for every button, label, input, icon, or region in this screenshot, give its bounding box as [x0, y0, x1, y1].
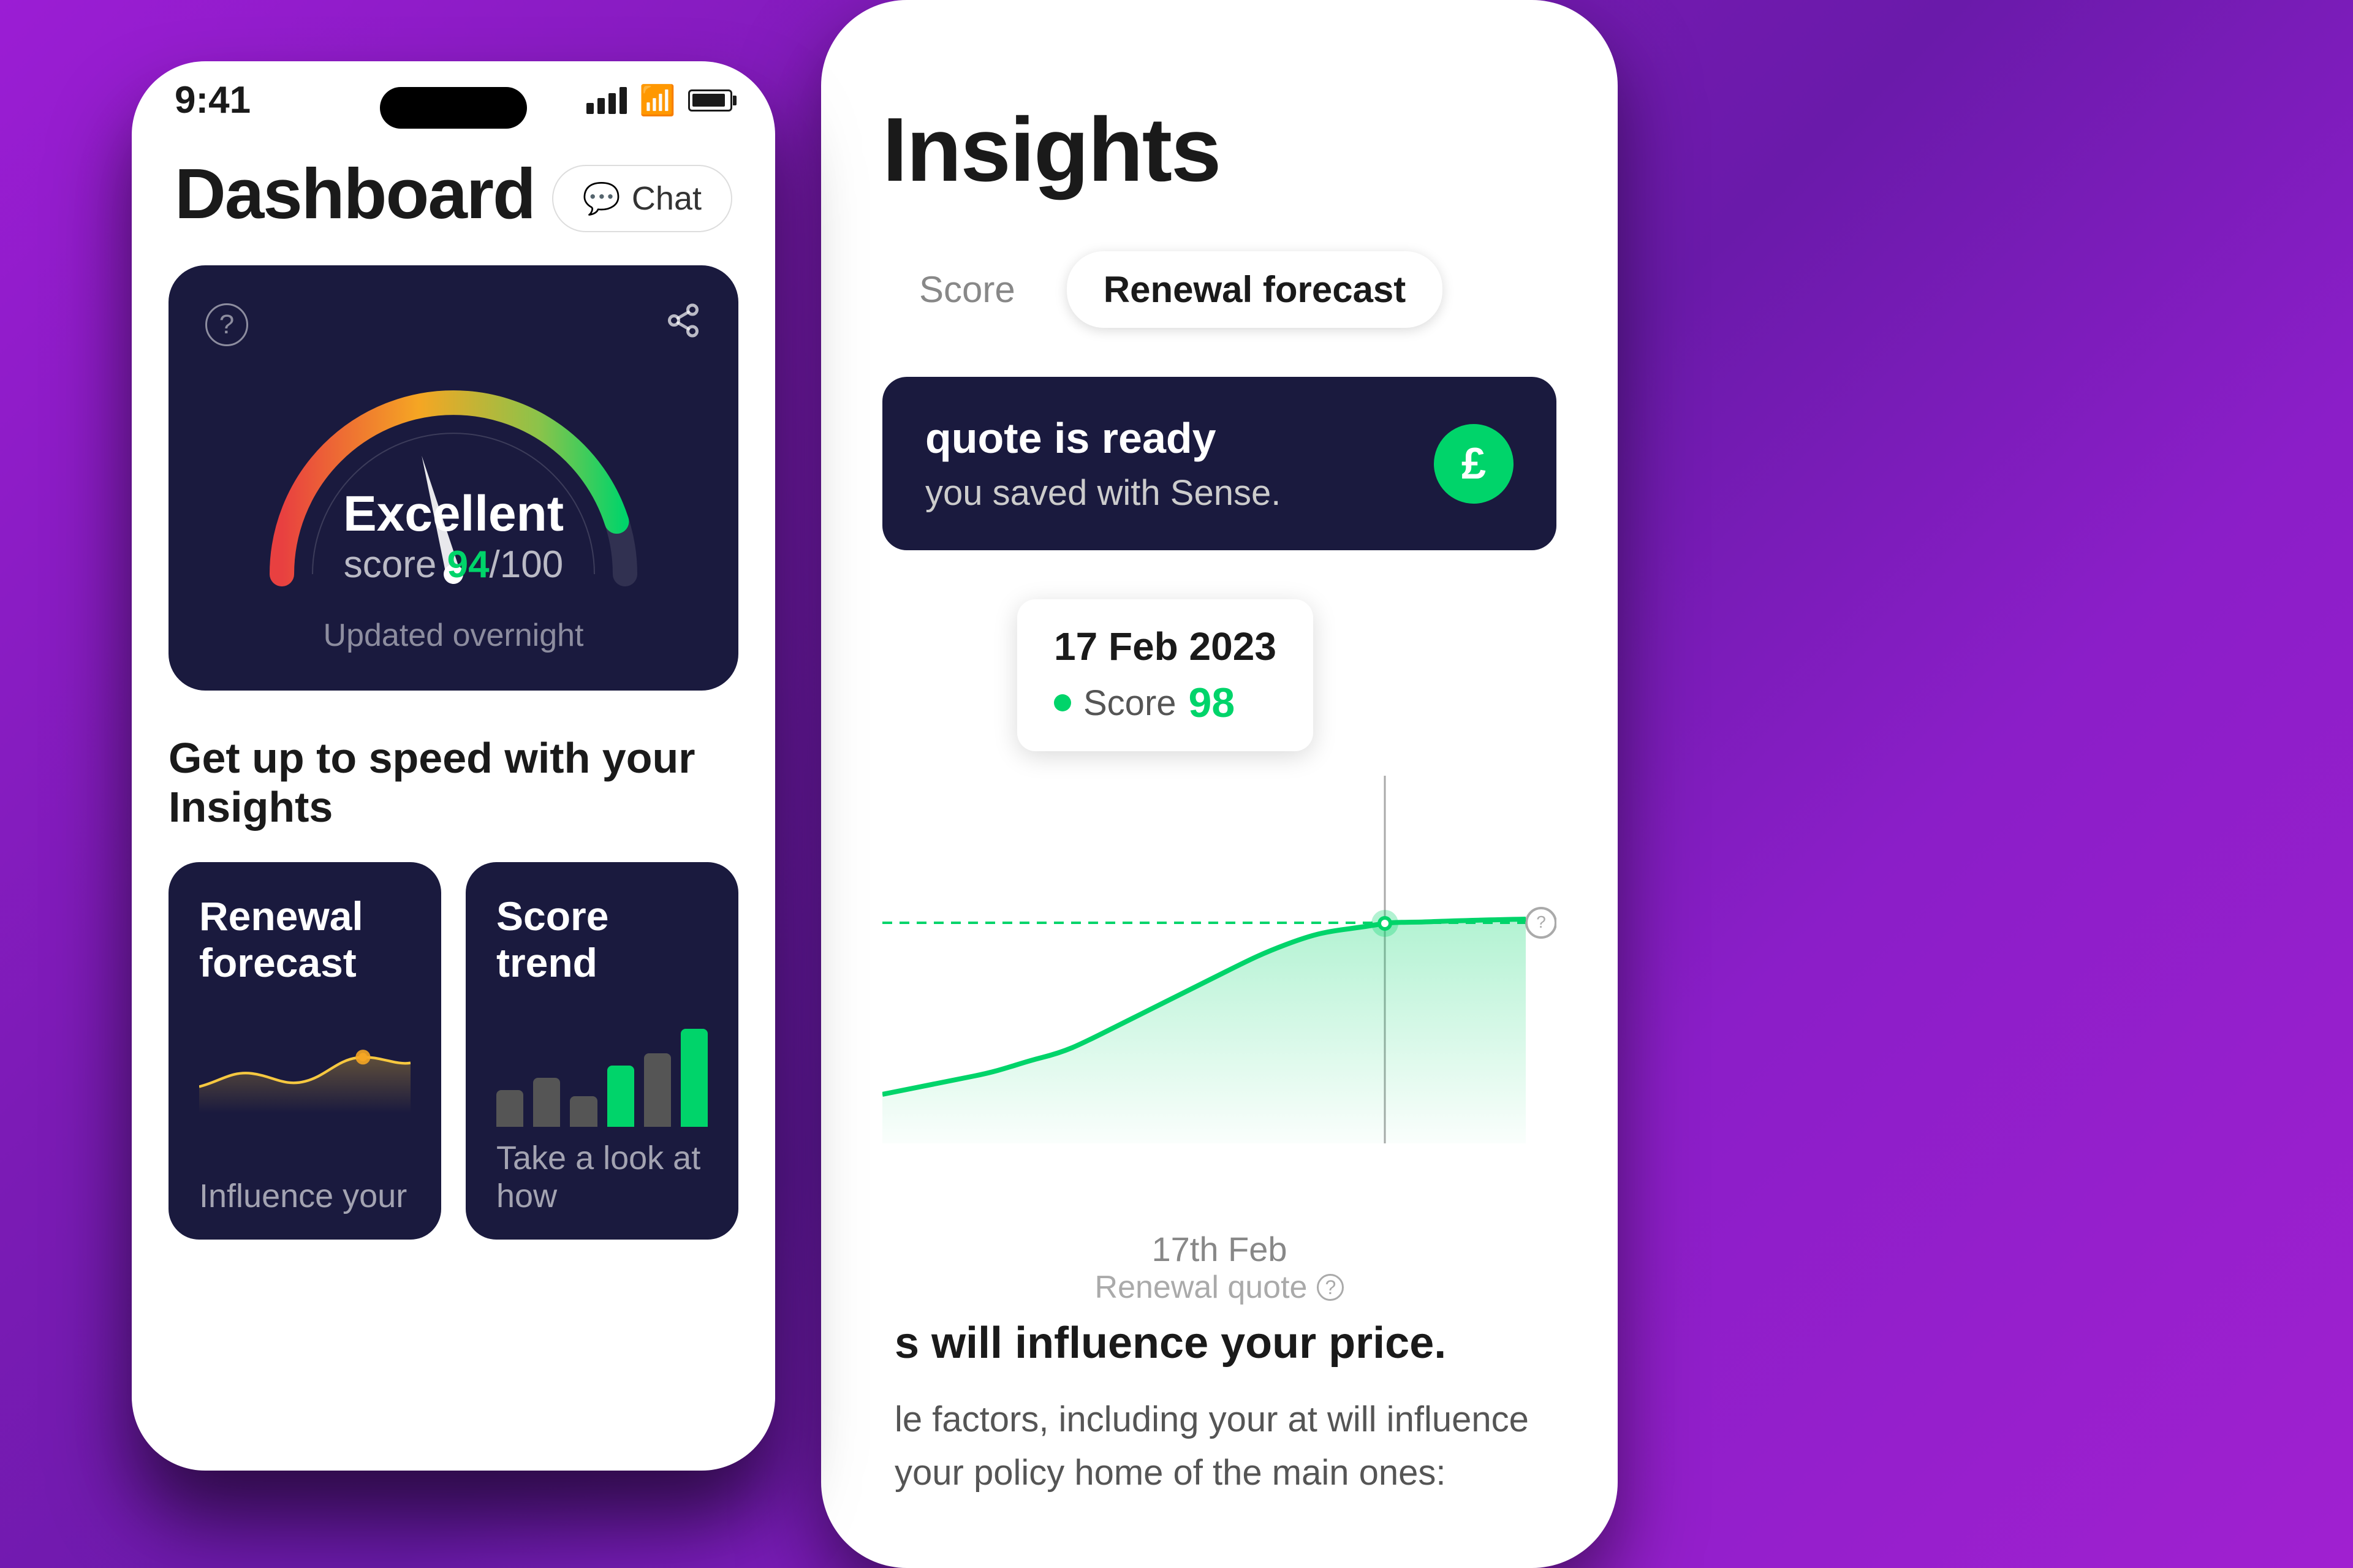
chat-button[interactable]: 💬 Chat: [552, 165, 732, 232]
battery-icon: [688, 89, 732, 112]
tooltip-date: 17 Feb 2023: [1054, 624, 1276, 669]
dynamic-island: [380, 87, 527, 129]
front-phone: 9:41 📶 Dashboard 💬 Chat ?: [132, 61, 775, 1471]
back-phone-tabs: Score Renewal forecast: [882, 251, 1556, 328]
influence-title: s will influence your price.: [895, 1318, 1544, 1368]
chat-label: Chat: [632, 180, 702, 218]
score-trend-card-title: Score trend: [496, 893, 708, 986]
renewal-card-title: Renewal forecast: [199, 893, 411, 986]
score-chart: ?: [882, 776, 1556, 1192]
score-trend-card[interactable]: Score trend Take a look at how: [466, 862, 738, 1240]
wifi-icon: 📶: [639, 83, 676, 118]
insights-heading: Get up to speed with your Insights: [169, 733, 738, 831]
renewal-forecast-card[interactable]: Renewal forecast: [169, 862, 441, 1240]
insights-section: Get up to speed with your Insights Renew…: [132, 691, 775, 1240]
svg-text:?: ?: [1536, 912, 1546, 931]
banner-line1: quote is ready: [925, 414, 1281, 463]
signal-icon: [586, 87, 627, 114]
score-trend-subtitle: Take a look at how: [496, 1139, 708, 1215]
chart-x-sublabel-text: Renewal quote: [1095, 1269, 1308, 1306]
banner-line2: you saved with Sense.: [925, 472, 1281, 513]
help-icon-score[interactable]: ?: [205, 303, 248, 346]
chart-x-axis: 17th Feb Renewal quote ?: [882, 1229, 1556, 1306]
influence-body: le factors, including your at will influ…: [895, 1393, 1544, 1499]
gauge-container: Excellent score 94/100: [205, 366, 702, 599]
renewal-banner: quote is ready you saved with Sense. £: [882, 377, 1556, 550]
front-header: Dashboard 💬 Chat: [132, 122, 775, 235]
tab-score[interactable]: Score: [882, 251, 1052, 328]
gauge-updated: Updated overnight: [205, 617, 702, 654]
gauge-score: score 94/100: [344, 543, 564, 586]
tooltip-score-value: 98: [1189, 679, 1235, 727]
dashboard-title: Dashboard: [175, 153, 535, 235]
back-phone-title: Insights: [882, 98, 1556, 202]
influence-section: s will influence your price. le factors,…: [882, 1318, 1556, 1499]
renewal-card-subtitle: Influence your: [199, 1177, 411, 1215]
status-time: 9:41: [175, 78, 251, 122]
score-tooltip: 17 Feb 2023 Score 98: [1017, 599, 1313, 751]
tab-renewal-forecast[interactable]: Renewal forecast: [1067, 251, 1443, 328]
tooltip-dot: [1054, 694, 1071, 711]
tooltip-score-label: Score: [1083, 683, 1176, 724]
help-icon-chart[interactable]: ?: [1317, 1274, 1344, 1301]
gauge-rating: Excellent: [343, 485, 564, 543]
share-icon[interactable]: [665, 302, 702, 347]
back-phone: Insights Score Renewal forecast quote is…: [821, 0, 1618, 1568]
score-trend-bars: [496, 1017, 708, 1127]
chat-icon: 💬: [583, 181, 621, 217]
gbp-badge: £: [1434, 424, 1514, 504]
gauge-score-number: 94: [447, 543, 490, 586]
gauge-text: Excellent score 94/100: [343, 485, 564, 586]
renewal-mini-chart: [199, 1010, 411, 1165]
status-icons: 📶: [586, 83, 732, 118]
score-card: ?: [169, 265, 738, 691]
chart-x-date: 17th Feb: [1151, 1229, 1287, 1269]
insight-cards: Renewal forecast: [169, 862, 738, 1240]
